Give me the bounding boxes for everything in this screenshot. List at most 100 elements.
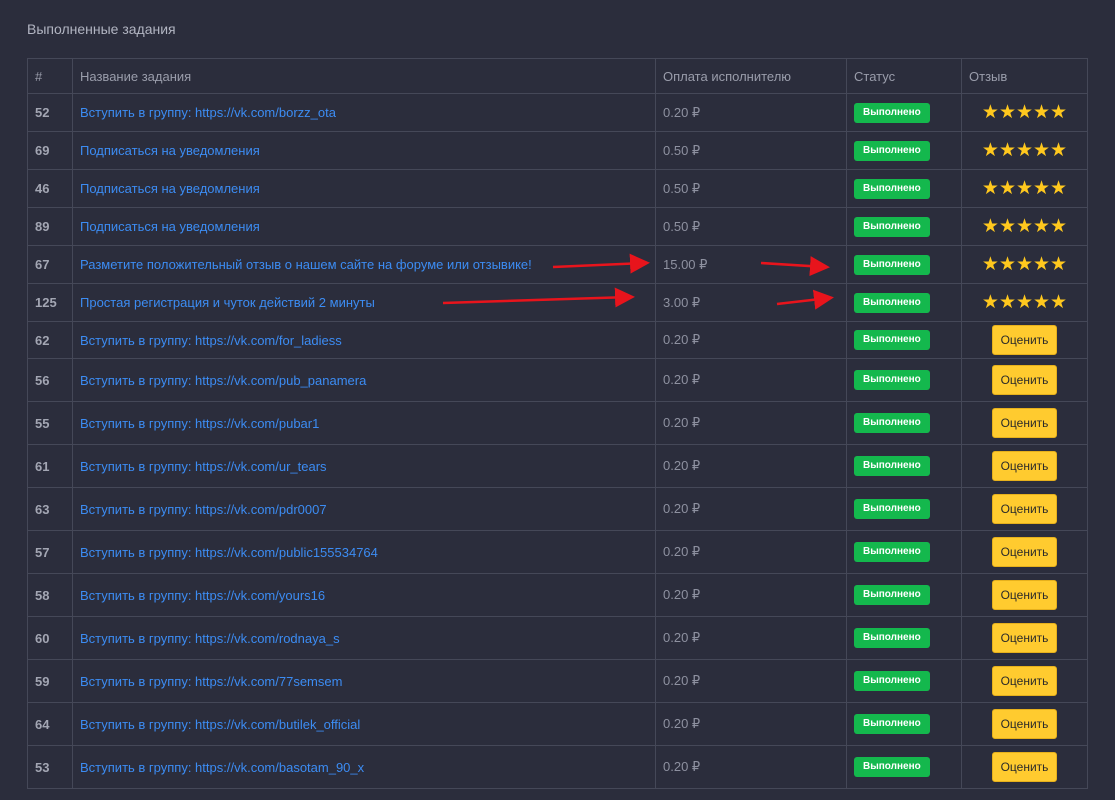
task-name-link[interactable]: Простая регистрация и чуток действий 2 м… — [80, 295, 375, 310]
star-icon: ★★★★★ — [981, 102, 1068, 123]
review-cell: Оценить — [961, 444, 1088, 488]
review-cell: Оценить — [961, 616, 1088, 660]
review-cell: ★★★★★ — [961, 93, 1088, 132]
task-id-cell: 63 — [27, 487, 73, 531]
payment-cell: 0.20 ₽ — [655, 702, 847, 746]
payment-cell: 0.50 ₽ — [655, 207, 847, 246]
task-id-cell: 67 — [27, 245, 73, 284]
table-row: 63 Вступить в группу: https://vk.com/pdr0… — [27, 487, 1088, 531]
table-row: 59 Вступить в группу: https://vk.com/77se… — [27, 659, 1088, 703]
status-badge: Выполнено — [854, 140, 930, 161]
completed-tasks-page: Выполненные задания # Название задания О… — [0, 0, 1115, 800]
task-name-cell: Подписаться на уведомления — [72, 169, 656, 208]
payment-cell: 0.20 ₽ — [655, 616, 847, 660]
review-cell: Оценить — [961, 659, 1088, 703]
status-cell: Выполнено — [846, 659, 962, 703]
task-name-link[interactable]: Вступить в группу: https://vk.com/77sems… — [80, 674, 342, 689]
review-cell: ★★★★★ — [961, 283, 1088, 322]
rate-button[interactable]: Оценить — [991, 537, 1058, 567]
review-cell: Оценить — [961, 401, 1088, 445]
review-cell: ★★★★★ — [961, 131, 1088, 170]
task-name-link[interactable]: Разметите положительный отзыв о нашем са… — [80, 257, 532, 272]
rate-button[interactable]: Оценить — [991, 408, 1058, 438]
table-row: 61 Вступить в группу: https://vk.com/ur_t… — [27, 444, 1088, 488]
column-header-status: Статус — [846, 58, 962, 94]
status-badge: Выполнено — [854, 102, 930, 123]
status-cell: Выполнено — [846, 573, 962, 617]
task-name-link[interactable]: Подписаться на уведомления — [80, 219, 260, 234]
task-name-cell: Простая регистрация и чуток действий 2 м… — [72, 283, 656, 322]
task-id-cell: 53 — [27, 745, 73, 789]
table-row: 55 Вступить в группу: https://vk.com/puba… — [27, 401, 1088, 445]
task-name-link[interactable]: Вступить в группу: https://vk.com/butile… — [80, 717, 360, 732]
task-name-link[interactable]: Вступить в группу: https://vk.com/for_la… — [80, 333, 342, 348]
status-cell: Выполнено — [846, 169, 962, 208]
task-name-cell: Вступить в группу: https://vk.com/rodnay… — [72, 616, 656, 660]
task-name-link[interactable]: Вступить в группу: https://vk.com/basota… — [80, 760, 364, 775]
status-badge: Выполнено — [854, 216, 930, 237]
page-title: Выполненные задания — [27, 21, 176, 37]
status-cell: Выполнено — [846, 702, 962, 746]
status-badge: Выполнено — [854, 292, 930, 313]
task-name-link[interactable]: Вступить в группу: https://vk.com/public… — [80, 545, 378, 560]
task-name-cell: Подписаться на уведомления — [72, 207, 656, 246]
task-name-link[interactable]: Вступить в группу: https://vk.com/pubar1 — [80, 416, 319, 431]
task-id-cell: 125 — [27, 283, 73, 322]
task-id-cell: 57 — [27, 530, 73, 574]
status-cell: Выполнено — [846, 207, 962, 246]
task-name-cell: Разметите положительный отзыв о нашем са… — [72, 245, 656, 284]
payment-cell: 0.20 ₽ — [655, 487, 847, 531]
review-cell: Оценить — [961, 745, 1088, 789]
task-name-link[interactable]: Подписаться на уведомления — [80, 143, 260, 158]
task-name-cell: Вступить в группу: https://vk.com/yours1… — [72, 573, 656, 617]
task-name-link[interactable]: Вступить в группу: https://vk.com/borzz_… — [80, 105, 336, 120]
column-header-review: Отзыв — [961, 58, 1088, 94]
rate-button[interactable]: Оценить — [991, 580, 1058, 610]
task-name-cell: Вступить в группу: https://vk.com/borzz_… — [72, 93, 656, 132]
task-name-link[interactable]: Вступить в группу: https://vk.com/yours1… — [80, 588, 325, 603]
rate-button[interactable]: Оценить — [991, 325, 1058, 355]
task-name-link[interactable]: Вступить в группу: https://vk.com/ur_tea… — [80, 459, 327, 474]
table-body: 52 Вступить в группу: https://vk.com/borz… — [27, 93, 1088, 789]
table-row: 57 Вступить в группу: https://vk.com/publ… — [27, 530, 1088, 574]
payment-cell: 0.20 ₽ — [655, 321, 847, 359]
table-row: 53 Вступить в группу: https://vk.com/baso… — [27, 745, 1088, 789]
table-row: 89 Подписаться на уведомления 0.50 ₽ Выполн… — [27, 207, 1088, 246]
rate-button[interactable]: Оценить — [991, 752, 1058, 782]
table-row: 56 Вступить в группу: https://vk.com/pub_… — [27, 358, 1088, 402]
task-name-link[interactable]: Вступить в группу: https://vk.com/pub_pa… — [80, 373, 366, 388]
rate-button[interactable]: Оценить — [991, 623, 1058, 653]
task-id-cell: 64 — [27, 702, 73, 746]
task-name-cell: Вступить в группу: https://vk.com/butile… — [72, 702, 656, 746]
task-id-cell: 56 — [27, 358, 73, 402]
task-id-cell: 52 — [27, 93, 73, 132]
status-cell: Выполнено — [846, 530, 962, 574]
column-header-pay: Оплата исполнителю — [655, 58, 847, 94]
rate-button[interactable]: Оценить — [991, 709, 1058, 739]
task-name-cell: Вступить в группу: https://vk.com/pub_pa… — [72, 358, 656, 402]
status-cell: Выполнено — [846, 444, 962, 488]
review-cell: Оценить — [961, 573, 1088, 617]
rate-button[interactable]: Оценить — [991, 666, 1058, 696]
payment-cell: 0.20 ₽ — [655, 401, 847, 445]
payment-cell: 0.20 ₽ — [655, 573, 847, 617]
review-cell: Оценить — [961, 702, 1088, 746]
task-name-cell: Вступить в группу: https://vk.com/pdr000… — [72, 487, 656, 531]
task-name-link[interactable]: Вступить в группу: https://vk.com/rodnay… — [80, 631, 340, 646]
status-badge: Выполнено — [854, 330, 930, 350]
status-cell: Выполнено — [846, 321, 962, 359]
review-cell: Оценить — [961, 530, 1088, 574]
status-cell: Выполнено — [846, 131, 962, 170]
payment-cell: 0.50 ₽ — [655, 131, 847, 170]
task-name-link[interactable]: Вступить в группу: https://vk.com/pdr000… — [80, 502, 327, 517]
rate-button[interactable]: Оценить — [991, 365, 1058, 395]
task-name-link[interactable]: Подписаться на уведомления — [80, 181, 260, 196]
status-cell: Выполнено — [846, 745, 962, 789]
review-cell: ★★★★★ — [961, 169, 1088, 208]
table-row: 52 Вступить в группу: https://vk.com/borz… — [27, 93, 1088, 132]
task-name-cell: Подписаться на уведомления — [72, 131, 656, 170]
status-badge: Выполнено — [854, 585, 930, 605]
star-icon: ★★★★★ — [981, 292, 1068, 313]
rate-button[interactable]: Оценить — [991, 451, 1058, 481]
rate-button[interactable]: Оценить — [991, 494, 1058, 524]
